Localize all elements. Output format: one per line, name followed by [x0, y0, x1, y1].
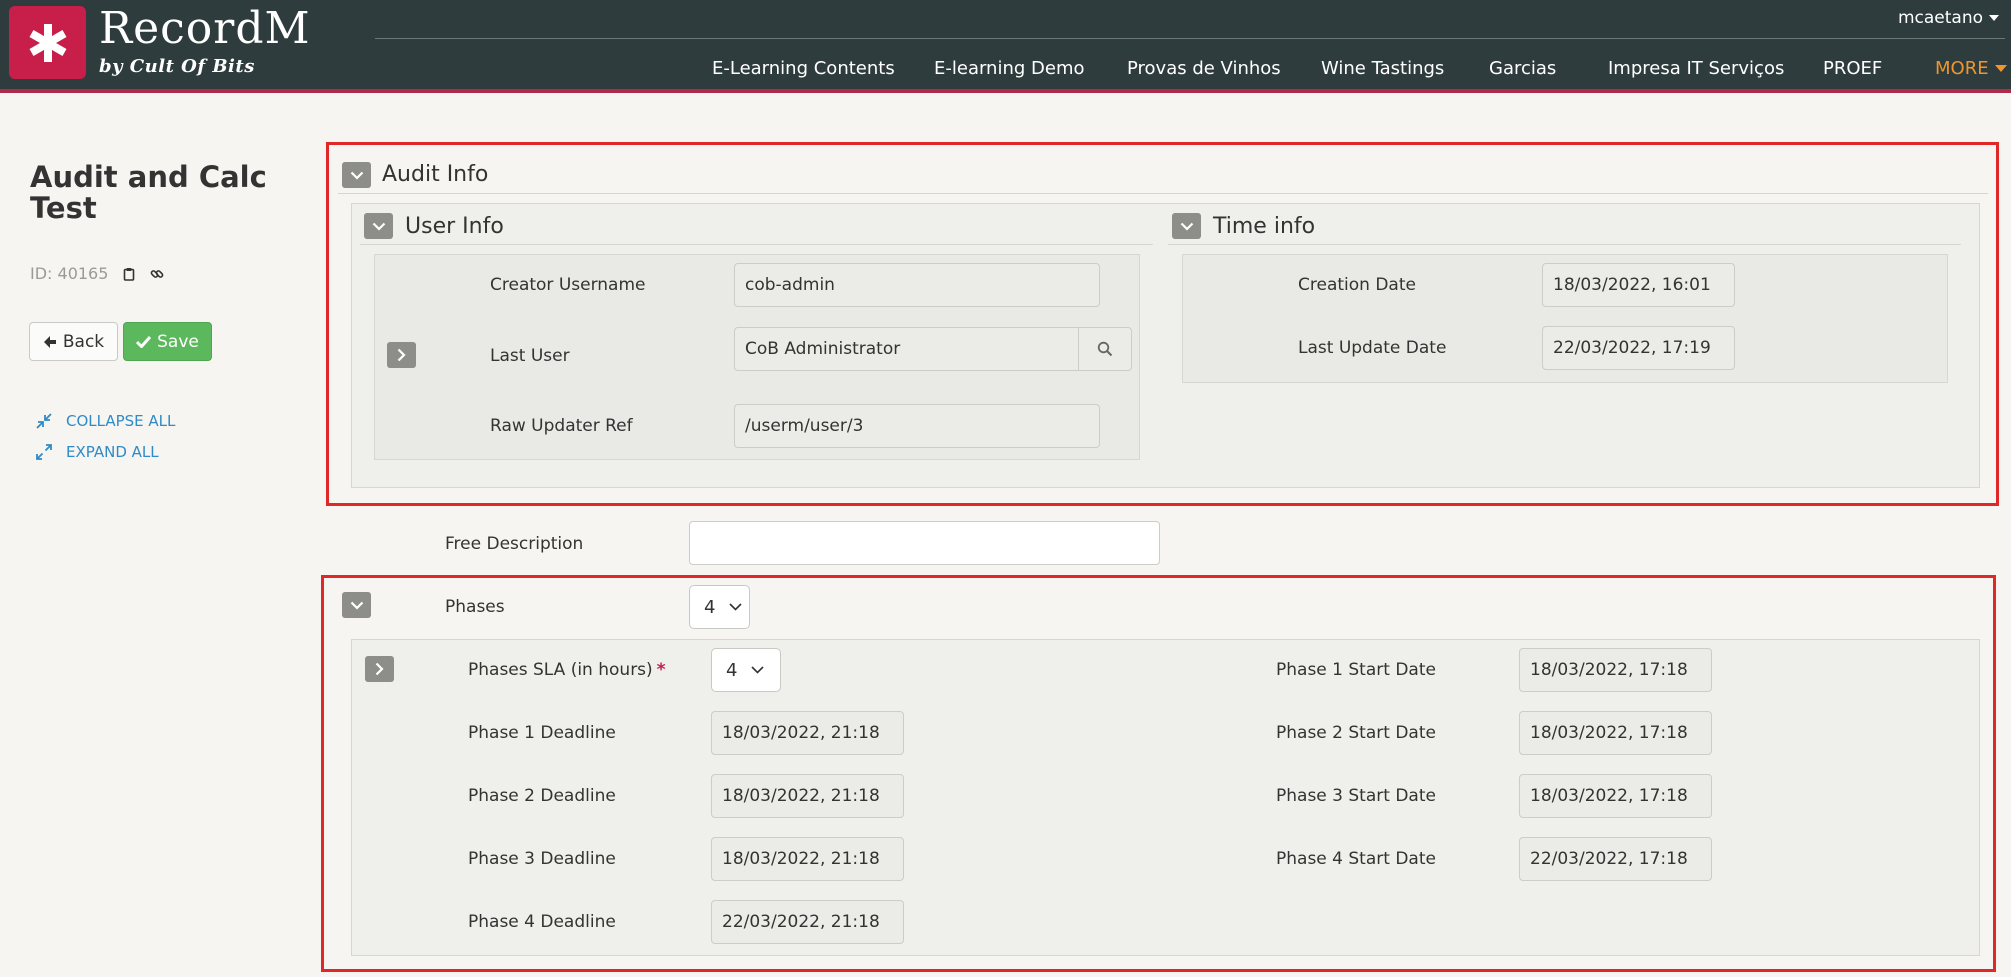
- phases-label: Phases: [445, 597, 505, 617]
- chevron-down-icon: [1180, 222, 1193, 231]
- time-info-divider: [1168, 244, 1961, 245]
- chevron-down-icon: [372, 222, 385, 231]
- phase-3-start-date-field[interactable]: 18/03/2022, 17:18: [1519, 774, 1712, 818]
- phase-4-start-date-field[interactable]: 22/03/2022, 17:18: [1519, 837, 1712, 881]
- audit-info-divider: [338, 193, 1988, 194]
- chevron-right-icon: [375, 662, 384, 676]
- back-button[interactable]: Back: [29, 322, 118, 361]
- phases-expand-toggle[interactable]: [365, 656, 394, 682]
- last-update-date-field[interactable]: 22/03/2022, 17:19: [1542, 326, 1735, 370]
- phases-sla-select-value: 4: [726, 659, 738, 681]
- required-marker: *: [656, 660, 666, 680]
- username: mcaetano: [1897, 8, 1983, 28]
- phase-1-deadline-label: Phase 1 Deadline: [468, 723, 616, 743]
- record-id-label: ID: 40165: [30, 264, 109, 283]
- check-icon: [136, 335, 152, 348]
- chevron-down-icon: [350, 601, 363, 610]
- creation-date-label: Creation Date: [1298, 275, 1416, 295]
- user-info-expand-toggle[interactable]: [387, 342, 416, 368]
- raw-updater-ref-label: Raw Updater Ref: [490, 416, 633, 436]
- page-title: Audit and Calc Test: [30, 160, 267, 225]
- phases-sla-label: Phases SLA (in hours) *: [468, 660, 666, 680]
- caret-down-icon: [1989, 15, 1999, 21]
- phase-4-deadline-label: Phase 4 Deadline: [468, 912, 616, 932]
- phase-2-start-date-label: Phase 2 Start Date: [1276, 723, 1436, 743]
- save-button[interactable]: Save: [123, 322, 212, 361]
- brand-name[interactable]: RecordM: [99, 4, 311, 54]
- logo[interactable]: [9, 6, 86, 79]
- user-info-collapse-toggle[interactable]: [364, 213, 393, 239]
- phase-4-deadline-field[interactable]: 22/03/2022, 21:18: [711, 900, 904, 944]
- nav-item-provas-de-vinhos[interactable]: Provas de Vinhos: [1127, 58, 1281, 79]
- raw-updater-ref-field[interactable]: /userm/user/3: [734, 404, 1100, 448]
- nav-item-wine-tastings[interactable]: Wine Tastings: [1321, 58, 1444, 79]
- expand-all-link[interactable]: EXPAND ALL: [36, 443, 159, 461]
- audit-info-collapse-toggle[interactable]: [342, 162, 371, 188]
- phases-sla-label-text: Phases SLA (in hours): [468, 660, 653, 680]
- phases-sla-select[interactable]: 4: [711, 648, 781, 692]
- collapse-all-label: COLLAPSE ALL: [66, 412, 176, 430]
- user-menu[interactable]: mcaetano: [1898, 8, 1999, 28]
- user-info-title: User Info: [405, 214, 504, 239]
- brand-tagline: by Cult Of Bits: [99, 56, 255, 77]
- collapse-all-link[interactable]: COLLAPSE ALL: [36, 412, 175, 430]
- back-button-label: Back: [62, 331, 105, 352]
- nav-item-impresa-it[interactable]: Impresa IT Serviços: [1608, 58, 1784, 79]
- phase-3-deadline-label: Phase 3 Deadline: [468, 849, 616, 869]
- time-info-title: Time info: [1213, 214, 1316, 239]
- chevron-right-icon: [397, 348, 406, 362]
- time-info-collapse-toggle[interactable]: [1172, 213, 1201, 239]
- creator-username-label: Creator Username: [490, 275, 646, 295]
- free-description-label: Free Description: [445, 534, 584, 554]
- nav-more-menu[interactable]: MORE: [1935, 58, 2007, 79]
- phases-collapse-toggle[interactable]: [342, 592, 371, 618]
- expand-icon: [36, 444, 52, 460]
- arrow-left-icon: [43, 335, 56, 348]
- free-description-input[interactable]: [689, 521, 1160, 565]
- caret-down-icon: [1994, 65, 2007, 72]
- chevron-down-icon: [751, 666, 765, 674]
- top-navbar: RecordM by Cult Of Bits mcaetano E-Learn…: [0, 0, 2011, 89]
- search-icon: [1097, 341, 1113, 357]
- phase-3-start-date-label: Phase 3 Start Date: [1276, 786, 1436, 806]
- phase-1-start-date-field[interactable]: 18/03/2022, 17:18: [1519, 648, 1712, 692]
- asterisk-icon: [29, 24, 67, 62]
- save-button-label: Save: [157, 331, 199, 352]
- link-icon[interactable]: [150, 267, 164, 281]
- last-update-date-label: Last Update Date: [1298, 338, 1447, 358]
- last-user-label: Last User: [490, 346, 570, 366]
- user-info-divider: [360, 244, 1153, 245]
- phase-2-deadline-field[interactable]: 18/03/2022, 21:18: [711, 774, 904, 818]
- phase-2-start-date-field[interactable]: 18/03/2022, 17:18: [1519, 711, 1712, 755]
- nav-divider: [375, 38, 2005, 39]
- phase-4-start-date-label: Phase 4 Start Date: [1276, 849, 1436, 869]
- chevron-down-icon: [350, 171, 363, 180]
- header-accent-stripe: [0, 89, 2011, 93]
- record-id: ID: 40165: [30, 264, 164, 283]
- chevron-down-icon: [729, 603, 743, 611]
- last-user-search-button[interactable]: [1078, 327, 1132, 371]
- nav-item-elearning-demo[interactable]: E-learning Demo: [934, 58, 1085, 79]
- nav-more-label: MORE: [1935, 58, 1989, 79]
- nav-item-garcias[interactable]: Garcias: [1489, 58, 1556, 79]
- audit-info-title: Audit Info: [382, 162, 489, 187]
- creator-username-field[interactable]: cob-admin: [734, 263, 1100, 307]
- nav-item-proef[interactable]: PROEF: [1823, 58, 1882, 79]
- clipboard-icon[interactable]: [122, 267, 136, 281]
- expand-all-label: EXPAND ALL: [66, 443, 159, 461]
- phase-2-deadline-label: Phase 2 Deadline: [468, 786, 616, 806]
- last-user-field[interactable]: CoB Administrator: [734, 327, 1079, 371]
- nav-item-elearning-contents[interactable]: E-Learning Contents: [712, 58, 895, 79]
- phase-1-deadline-field[interactable]: 18/03/2022, 21:18: [711, 711, 904, 755]
- phase-3-deadline-field[interactable]: 18/03/2022, 21:18: [711, 837, 904, 881]
- phase-1-start-date-label: Phase 1 Start Date: [1276, 660, 1436, 680]
- compress-icon: [36, 413, 52, 429]
- creation-date-field[interactable]: 18/03/2022, 16:01: [1542, 263, 1735, 307]
- phases-select-value: 4: [704, 596, 716, 618]
- phases-select[interactable]: 4: [689, 585, 750, 629]
